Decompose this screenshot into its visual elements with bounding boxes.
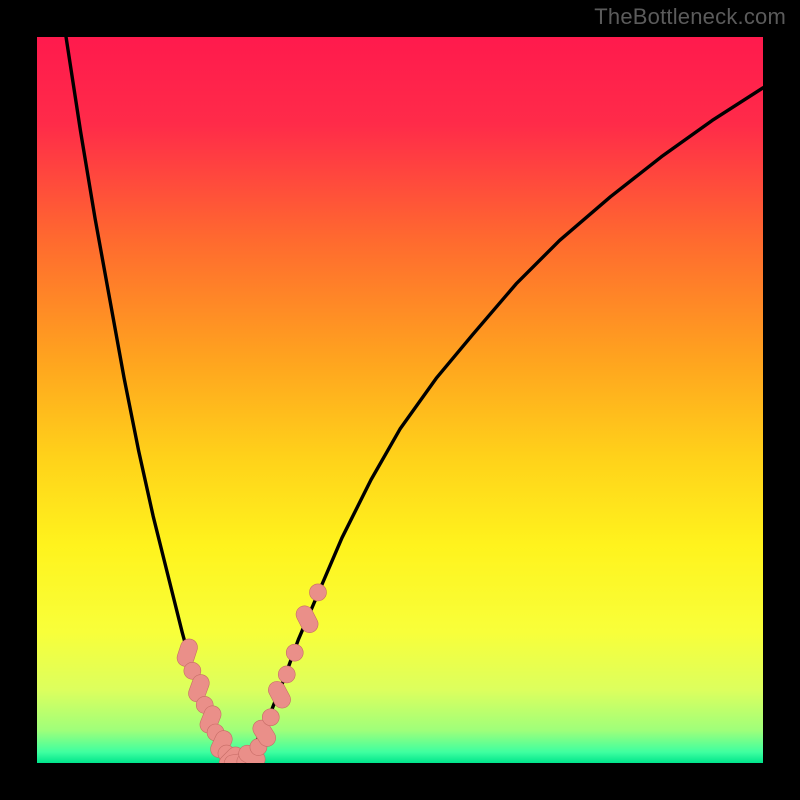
outer-frame: TheBottleneck.com xyxy=(0,0,800,800)
plot-area xyxy=(37,37,763,763)
bead-dot xyxy=(278,666,295,683)
chart-svg xyxy=(37,37,763,763)
bead-dot xyxy=(286,644,303,661)
bead-dot xyxy=(309,584,326,601)
watermark-text: TheBottleneck.com xyxy=(594,4,786,30)
bead-dot xyxy=(262,709,279,726)
gradient-background xyxy=(37,37,763,763)
